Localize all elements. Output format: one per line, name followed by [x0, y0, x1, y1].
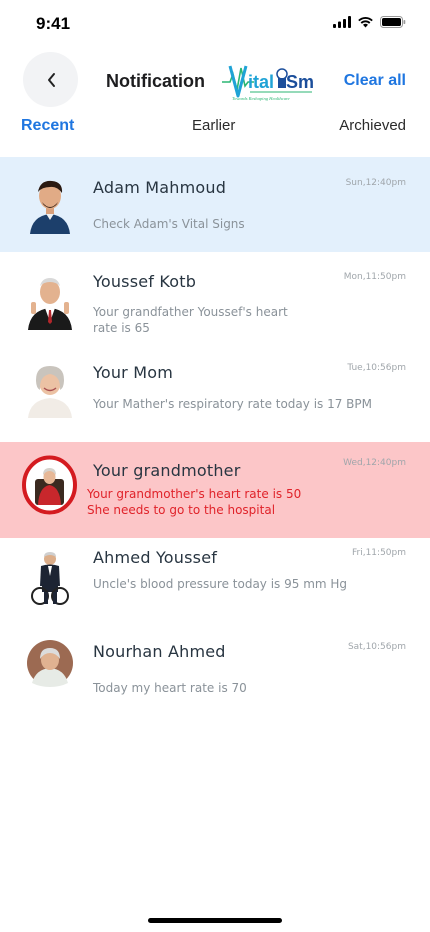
notification-message: Uncle's blood pressure today is 95 mm Hg	[93, 577, 348, 591]
battery-icon	[380, 16, 406, 28]
svg-text:ital: ital	[248, 72, 274, 92]
notification-message: Today my heart rate is 70	[93, 681, 247, 695]
avatar	[31, 552, 69, 605]
signal-icon	[333, 16, 351, 28]
svg-text:Sm: Sm	[286, 72, 314, 92]
notification-time: Tue,10:56pm	[347, 363, 406, 373]
notification-time: Mon,11:50pm	[343, 272, 406, 282]
alert-avatar	[22, 455, 77, 515]
notification-time: Sat,10:56pm	[347, 642, 406, 652]
avatar	[28, 366, 72, 418]
notification-time: Sun,12:40pm	[345, 178, 406, 188]
tab-archieved[interactable]: Archieved	[339, 117, 406, 134]
status-time: 9:41	[36, 14, 71, 33]
notification-sender: Nourhan Ahmed	[93, 642, 226, 661]
notification-sender: Your Mom	[93, 363, 174, 382]
wifi-icon	[358, 17, 373, 28]
notification-message: Your grandfather Youssef's heart rate is…	[93, 305, 288, 335]
page-title: Notification	[106, 71, 205, 91]
status-icons	[333, 16, 406, 28]
notification-time: Wed,12:40pm	[343, 458, 406, 468]
chevron-left-icon	[47, 72, 55, 87]
alert-message-detail: She needs to go to the hospital	[87, 503, 276, 517]
tab-bar: Recent Earlier Archieved	[0, 117, 430, 141]
home-indicator[interactable]	[148, 918, 282, 923]
notification-item[interactable]: Youssef Kotb Your grandfather Youssef's …	[0, 252, 430, 347]
notification-sender: Adam Mahmoud	[93, 178, 227, 197]
back-button[interactable]	[23, 52, 78, 107]
notification-message: Your Mather's respiratory rate today is …	[93, 397, 372, 411]
notification-message: Check Adam's Vital Signs	[93, 217, 245, 231]
alert-message: Your grandmother's heart rate is 50	[87, 487, 302, 501]
notification-list: Adam Mahmoud Check Adam's Vital Signs Su…	[0, 157, 430, 728]
notification-item[interactable]: Nourhan Ahmed Today my heart rate is 70 …	[0, 633, 430, 728]
avatar	[27, 640, 73, 687]
avatar	[28, 278, 72, 330]
logo-tagline: Towards Reshaping Healthcare	[232, 96, 290, 101]
notification-item[interactable]: Your grandmother Your grandmother's hear…	[0, 442, 430, 538]
avatar	[30, 180, 70, 234]
notification-sender: Your grandmother	[93, 461, 241, 480]
notification-sender: Ahmed Youssef	[93, 548, 218, 567]
notification-item[interactable]: Adam Mahmoud Check Adam's Vital Signs Su…	[0, 157, 430, 252]
status-bar: 9:41	[0, 0, 430, 46]
vitalsm-logo: ital Sm Towards Reshaping Healthcare	[222, 65, 314, 101]
tab-earlier[interactable]: Earlier	[192, 117, 235, 134]
notification-item[interactable]: Ahmed Youssef Uncle's blood pressure tod…	[0, 538, 430, 633]
notification-item[interactable]: Your Mom Your Mather's respiratory rate …	[0, 347, 430, 442]
notification-time: Fri,11:50pm	[352, 548, 406, 558]
tab-recent[interactable]: Recent	[21, 117, 74, 135]
notification-sender: Youssef Kotb	[93, 272, 197, 291]
header: Notification ital Sm Towards Reshaping H…	[0, 52, 430, 112]
clear-all-button[interactable]: Clear all	[344, 72, 406, 90]
